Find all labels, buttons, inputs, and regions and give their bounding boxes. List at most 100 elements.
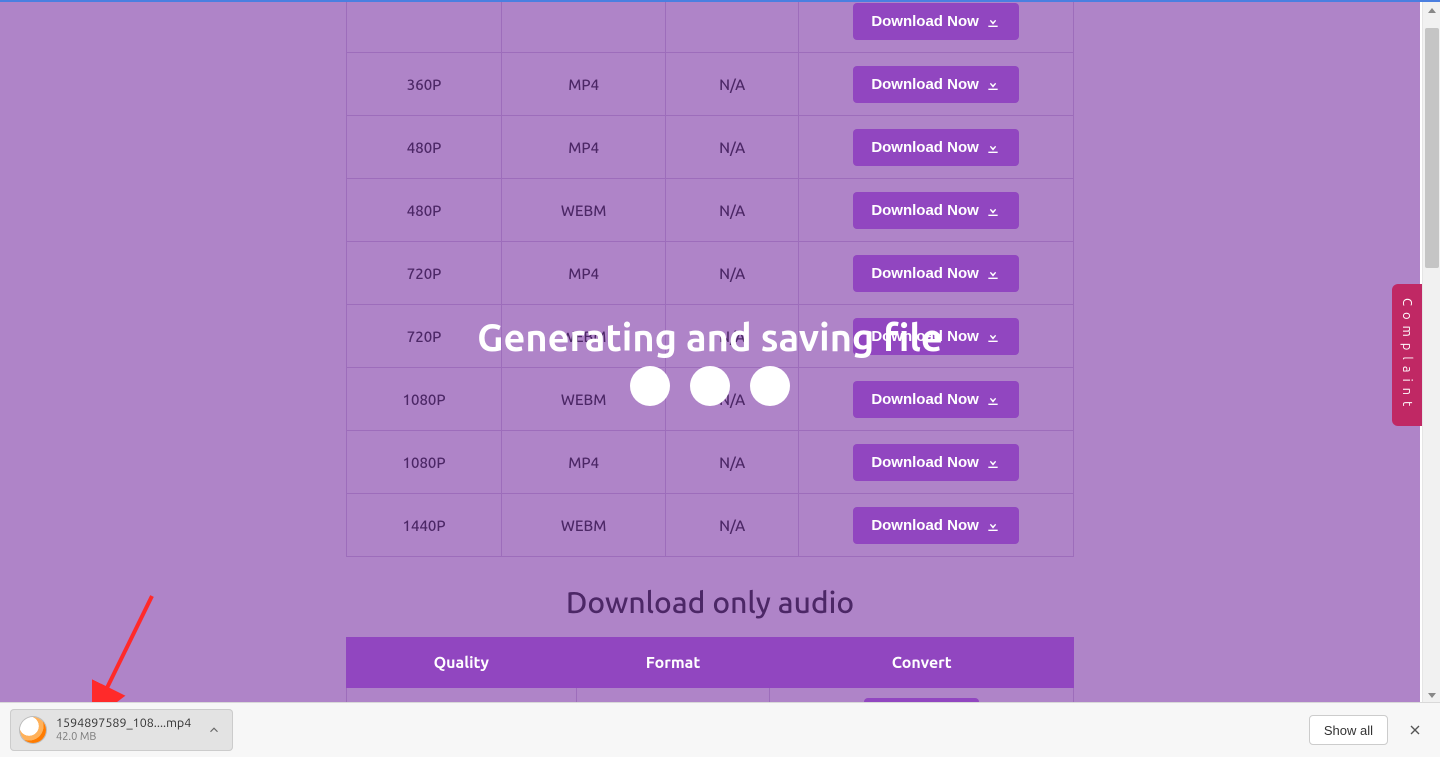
scroll-thumb[interactable] bbox=[1425, 28, 1439, 268]
size-cell: N/A bbox=[666, 242, 799, 305]
quality-cell: 480P bbox=[347, 179, 502, 242]
quality-cell: 1080P bbox=[347, 368, 502, 431]
audio-quality-cell: 64 KBPS bbox=[347, 688, 577, 703]
download-now-label: Download Now bbox=[871, 13, 979, 30]
quality-cell: 720P bbox=[347, 305, 502, 368]
scroll-down-icon[interactable] bbox=[1423, 686, 1440, 702]
action-cell: Download Now bbox=[799, 116, 1074, 179]
download-shelf: 1594897589_108....mp4 42.0 MB Show all bbox=[0, 702, 1440, 757]
col-format: Format bbox=[576, 638, 770, 688]
size-cell: N/A bbox=[666, 116, 799, 179]
download-now-label: Download Now bbox=[871, 76, 979, 93]
download-icon bbox=[985, 76, 1001, 92]
download-icon bbox=[985, 265, 1001, 281]
download-now-button[interactable]: Download Now bbox=[853, 507, 1019, 544]
action-cell: Download Now bbox=[799, 242, 1074, 305]
col-convert: Convert bbox=[770, 638, 1074, 688]
format-cell: WEBM bbox=[502, 494, 666, 557]
download-now-button[interactable]: Download Now bbox=[853, 66, 1019, 103]
download-icon bbox=[985, 454, 1001, 470]
action-cell: Convert bbox=[770, 688, 1074, 703]
chevron-up-icon bbox=[207, 723, 221, 737]
action-cell: Download Now bbox=[799, 53, 1074, 116]
quality-cell: 360P bbox=[347, 53, 502, 116]
download-now-label: Download Now bbox=[871, 202, 979, 219]
format-cell: MP4 bbox=[502, 116, 666, 179]
download-tables: Download Now 360P MP4 N/A Download Now bbox=[346, 0, 1074, 702]
size-cell: N/A bbox=[666, 305, 799, 368]
file-type-icon bbox=[20, 717, 46, 743]
download-icon bbox=[985, 328, 1001, 344]
download-now-button[interactable]: Download Now bbox=[853, 444, 1019, 481]
download-now-label: Download Now bbox=[871, 265, 979, 282]
download-chip[interactable]: 1594897589_108....mp4 42.0 MB bbox=[10, 709, 233, 751]
scroll-up-icon[interactable] bbox=[1423, 2, 1440, 20]
show-all-button[interactable]: Show all bbox=[1309, 715, 1388, 745]
format-cell: WEBM bbox=[502, 179, 666, 242]
table-row: 480P MP4 N/A Download Now bbox=[347, 116, 1074, 179]
table-row: 720P MP4 N/A Download Now bbox=[347, 242, 1074, 305]
close-icon bbox=[1407, 722, 1423, 738]
page-viewport: Download Now 360P MP4 N/A Download Now bbox=[0, 0, 1440, 702]
action-cell: Download Now bbox=[799, 368, 1074, 431]
size-cell: N/A bbox=[666, 179, 799, 242]
action-cell: Download Now bbox=[799, 305, 1074, 368]
download-icon bbox=[985, 202, 1001, 218]
download-icon bbox=[985, 517, 1001, 533]
download-now-button[interactable]: Download Now bbox=[853, 255, 1019, 292]
download-icon bbox=[985, 13, 1001, 29]
download-now-label: Download Now bbox=[871, 391, 979, 408]
download-now-label: Download Now bbox=[871, 328, 979, 345]
file-text: 1594897589_108....mp4 42.0 MB bbox=[56, 716, 191, 743]
table-row: 480P WEBM N/A Download Now bbox=[347, 179, 1074, 242]
quality-cell: 480P bbox=[347, 116, 502, 179]
complaint-tab[interactable]: Complaint bbox=[1392, 284, 1422, 426]
download-now-button[interactable]: Download Now bbox=[853, 381, 1019, 418]
download-now-label: Download Now bbox=[871, 139, 979, 156]
size-cell: N/A bbox=[666, 431, 799, 494]
table-row: Download Now bbox=[347, 0, 1074, 53]
audio-download-table: Quality Format Convert 64 KBPS MP3 Conve… bbox=[346, 637, 1074, 702]
table-row: 1440P WEBM N/A Download Now bbox=[347, 494, 1074, 557]
audio-format-cell: MP3 bbox=[576, 688, 770, 703]
action-cell: Download Now bbox=[799, 179, 1074, 242]
table-row: 64 KBPS MP3 Convert bbox=[347, 688, 1074, 703]
table-row: 360P MP4 N/A Download Now bbox=[347, 53, 1074, 116]
format-cell bbox=[502, 0, 666, 53]
action-cell: Download Now bbox=[799, 0, 1074, 53]
format-cell: MP4 bbox=[502, 431, 666, 494]
audio-section-heading: Download only audio bbox=[346, 585, 1074, 619]
table-row: 720P WEBM N/A Download Now bbox=[347, 305, 1074, 368]
chip-menu-button[interactable] bbox=[201, 717, 227, 743]
size-cell bbox=[666, 0, 799, 53]
format-cell: MP4 bbox=[502, 53, 666, 116]
download-now-button[interactable]: Download Now bbox=[853, 318, 1019, 355]
format-cell: WEBM bbox=[502, 305, 666, 368]
vertical-scrollbar[interactable] bbox=[1422, 2, 1440, 702]
table-header-row: Quality Format Convert bbox=[347, 638, 1074, 688]
format-cell: MP4 bbox=[502, 242, 666, 305]
format-cell: WEBM bbox=[502, 368, 666, 431]
size-cell: N/A bbox=[666, 494, 799, 557]
download-now-label: Download Now bbox=[871, 517, 979, 534]
download-now-button[interactable]: Download Now bbox=[853, 129, 1019, 166]
download-now-label: Download Now bbox=[871, 454, 979, 471]
download-now-button[interactable]: Download Now bbox=[853, 192, 1019, 229]
size-cell: N/A bbox=[666, 53, 799, 116]
action-cell: Download Now bbox=[799, 431, 1074, 494]
size-cell: N/A bbox=[666, 368, 799, 431]
table-row: 1080P WEBM N/A Download Now bbox=[347, 368, 1074, 431]
video-download-table: Download Now 360P MP4 N/A Download Now bbox=[346, 0, 1074, 557]
action-cell: Download Now bbox=[799, 494, 1074, 557]
col-quality: Quality bbox=[347, 638, 577, 688]
table-row: 1080P MP4 N/A Download Now bbox=[347, 431, 1074, 494]
download-icon bbox=[985, 139, 1001, 155]
download-now-button[interactable]: Download Now bbox=[853, 3, 1019, 40]
file-name: 1594897589_108....mp4 bbox=[56, 716, 191, 730]
quality-cell: 1080P bbox=[347, 431, 502, 494]
page-content: Download Now 360P MP4 N/A Download Now bbox=[0, 2, 1420, 702]
file-size: 42.0 MB bbox=[56, 731, 191, 744]
quality-cell: 1440P bbox=[347, 494, 502, 557]
download-icon bbox=[985, 391, 1001, 407]
close-shelf-button[interactable] bbox=[1398, 713, 1432, 747]
